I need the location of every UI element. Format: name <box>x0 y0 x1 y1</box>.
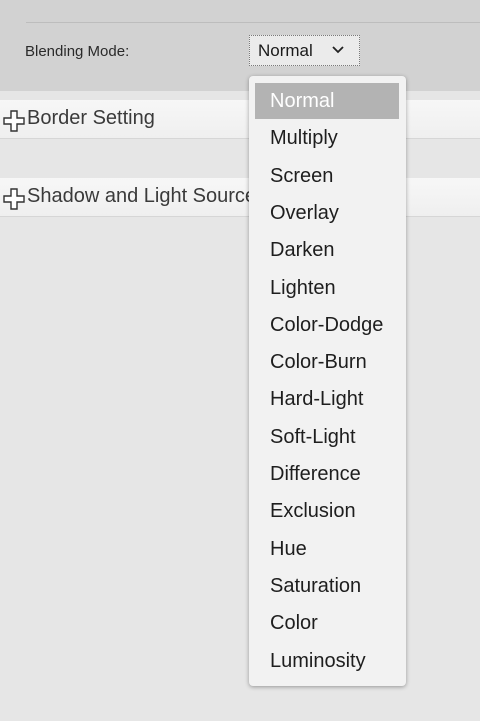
dropdown-option-darken[interactable]: Darken <box>255 232 399 268</box>
border-setting-section[interactable]: Border Setting <box>0 100 480 139</box>
dropdown-option-normal[interactable]: Normal <box>255 83 399 119</box>
plus-icon <box>3 110 25 132</box>
dropdown-option-hue[interactable]: Hue <box>255 531 399 567</box>
dropdown-option-luminosity[interactable]: Luminosity <box>255 643 399 679</box>
divider <box>26 22 480 23</box>
dropdown-option-multiply[interactable]: Multiply <box>255 120 399 156</box>
dropdown-option-color-burn[interactable]: Color-Burn <box>255 344 399 380</box>
border-setting-label: Border Setting <box>27 107 155 129</box>
shadow-light-source-label: Shadow and Light Source <box>27 185 257 207</box>
dropdown-option-color-dodge[interactable]: Color-Dodge <box>255 307 399 343</box>
dropdown-option-color[interactable]: Color <box>255 605 399 641</box>
dropdown-option-soft-light[interactable]: Soft-Light <box>255 419 399 455</box>
blending-mode-label: Blending Mode: <box>25 43 130 60</box>
blending-mode-select[interactable]: Normal <box>249 35 360 66</box>
shadow-light-source-section[interactable]: Shadow and Light Source <box>0 178 480 217</box>
blending-panel: Blending Mode: Normal <box>0 0 480 91</box>
dropdown-option-saturation[interactable]: Saturation <box>255 568 399 604</box>
dropdown-option-lighten[interactable]: Lighten <box>255 270 399 306</box>
plus-icon <box>3 188 25 210</box>
dropdown-option-screen[interactable]: Screen <box>255 158 399 194</box>
dropdown-option-difference[interactable]: Difference <box>255 456 399 492</box>
blending-mode-dropdown: Normal Multiply Screen Overlay Darken Lighten… <box>249 76 406 686</box>
dropdown-option-hard-light[interactable]: Hard-Light <box>255 381 399 417</box>
chevron-down-icon <box>332 46 344 54</box>
dropdown-option-overlay[interactable]: Overlay <box>255 195 399 231</box>
blending-mode-value: Normal <box>258 41 313 60</box>
dropdown-option-exclusion[interactable]: Exclusion <box>255 493 399 529</box>
